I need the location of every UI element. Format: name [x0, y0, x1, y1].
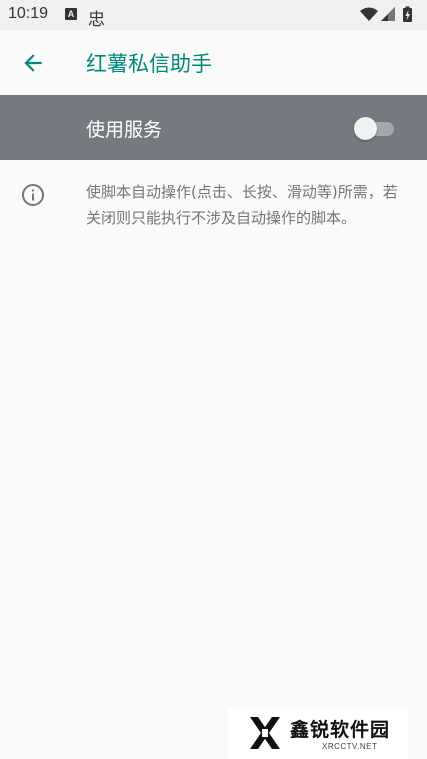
- wifi-icon: [360, 7, 378, 21]
- arrow-left-icon[interactable]: [20, 50, 46, 76]
- page-title: 红薯私信助手: [86, 52, 212, 76]
- watermark-subtitle: XRCCTV.NET: [322, 742, 378, 751]
- status-indicators: [359, 5, 419, 25]
- toggle-thumb: [354, 117, 377, 140]
- info-icon: [22, 184, 44, 206]
- use-service-label: 使用服务: [86, 119, 163, 141]
- app-bar: 红薯私信助手: [0, 30, 427, 95]
- signal-icon: [381, 7, 395, 21]
- watermark-x-logo-icon: [250, 717, 280, 749]
- status-bar: 10:19 A 忠: [0, 0, 427, 30]
- watermark-title: 鑫锐软件园: [290, 719, 391, 741]
- status-time: 10:19: [8, 5, 49, 22]
- use-service-switch-bar[interactable]: 使用服务: [0, 95, 427, 160]
- watermark: 鑫锐软件园 XRCCTV.NET: [228, 709, 408, 759]
- app-notification-icon: 忠: [88, 10, 105, 30]
- battery-icon: [403, 6, 412, 22]
- use-service-toggle[interactable]: [354, 117, 396, 140]
- a-notification-icon: A: [65, 8, 77, 20]
- service-description: 使脚本自动操作(点击、长按、滑动等)所需，若关闭则只能执行不涉及自动操作的脚本。: [86, 183, 398, 227]
